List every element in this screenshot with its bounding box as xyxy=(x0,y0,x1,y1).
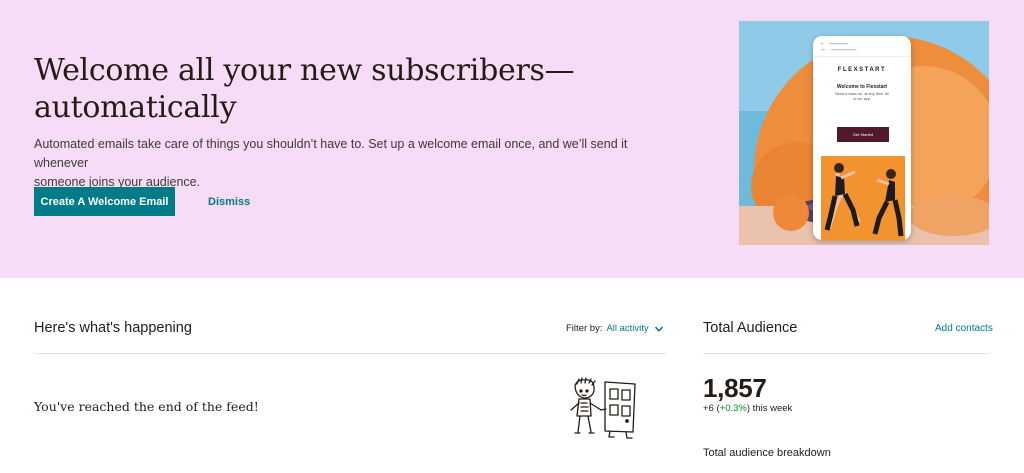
filter-value[interactable]: All activity xyxy=(606,323,648,334)
preview-body-copy: Need a class on, at any time. All in our… xyxy=(834,92,890,101)
audience-breakdown-heading: Total audience breakdown xyxy=(703,447,831,459)
feed-title: Here's what's happening xyxy=(34,320,192,336)
feed-end-message: You've reached the end of the feed! xyxy=(34,399,259,414)
banner-description: Automated emails take care of things you… xyxy=(34,135,634,192)
change-count: +6 xyxy=(703,403,714,414)
preview-brand-logo: FLEXSTART xyxy=(837,67,887,73)
change-period: this week xyxy=(752,403,793,414)
total-audience-title: Total Audience xyxy=(703,320,798,336)
activity-filter[interactable]: Filter by: All activity xyxy=(566,323,664,334)
banner-title-line-2: automatically xyxy=(34,90,237,125)
character-with-door-illustration xyxy=(570,377,636,439)
banner-title-line-1: Welcome all your new subscribers— xyxy=(34,53,575,88)
preview-heading: Welcome to Flexstart xyxy=(836,84,888,90)
email-preview-phone: ━ ━━━━━━━━━ ━━ ━━━━━━━━━━━━ FLEXSTART Welc… xyxy=(813,36,911,240)
dismiss-button[interactable]: Dismiss xyxy=(208,196,250,208)
banner-description-line-1: Automated emails take care of things you… xyxy=(34,137,628,170)
filter-label: Filter by: xyxy=(566,323,603,334)
welcome-email-preview-illustration: ━ ━━━━━━━━━ ━━ ━━━━━━━━━━━━ FLEXSTART Welc… xyxy=(739,21,989,245)
email-header-divider xyxy=(813,56,911,57)
audience-total-count: 1,857 xyxy=(703,373,767,403)
feed-divider xyxy=(34,353,666,354)
audience-divider xyxy=(703,353,990,354)
create-welcome-email-button[interactable]: Create A Welcome Email xyxy=(34,187,175,216)
banner-title: Welcome all your new subscribers— automa… xyxy=(34,52,594,126)
change-percent: +0.3% xyxy=(719,403,747,414)
preview-get-started-button: Get Started xyxy=(837,127,889,142)
chevron-down-icon[interactable] xyxy=(654,324,664,334)
add-contacts-link[interactable]: Add contacts xyxy=(935,323,993,334)
preview-runner-photo xyxy=(821,156,905,240)
email-header-meta: ━ ━━━━━━━━━ ━━ ━━━━━━━━━━━━ xyxy=(821,42,857,52)
audience-weekly-change: +6 (+0.3%) this week xyxy=(703,403,793,414)
welcome-email-banner: Welcome all your new subscribers— automa… xyxy=(0,0,1024,278)
